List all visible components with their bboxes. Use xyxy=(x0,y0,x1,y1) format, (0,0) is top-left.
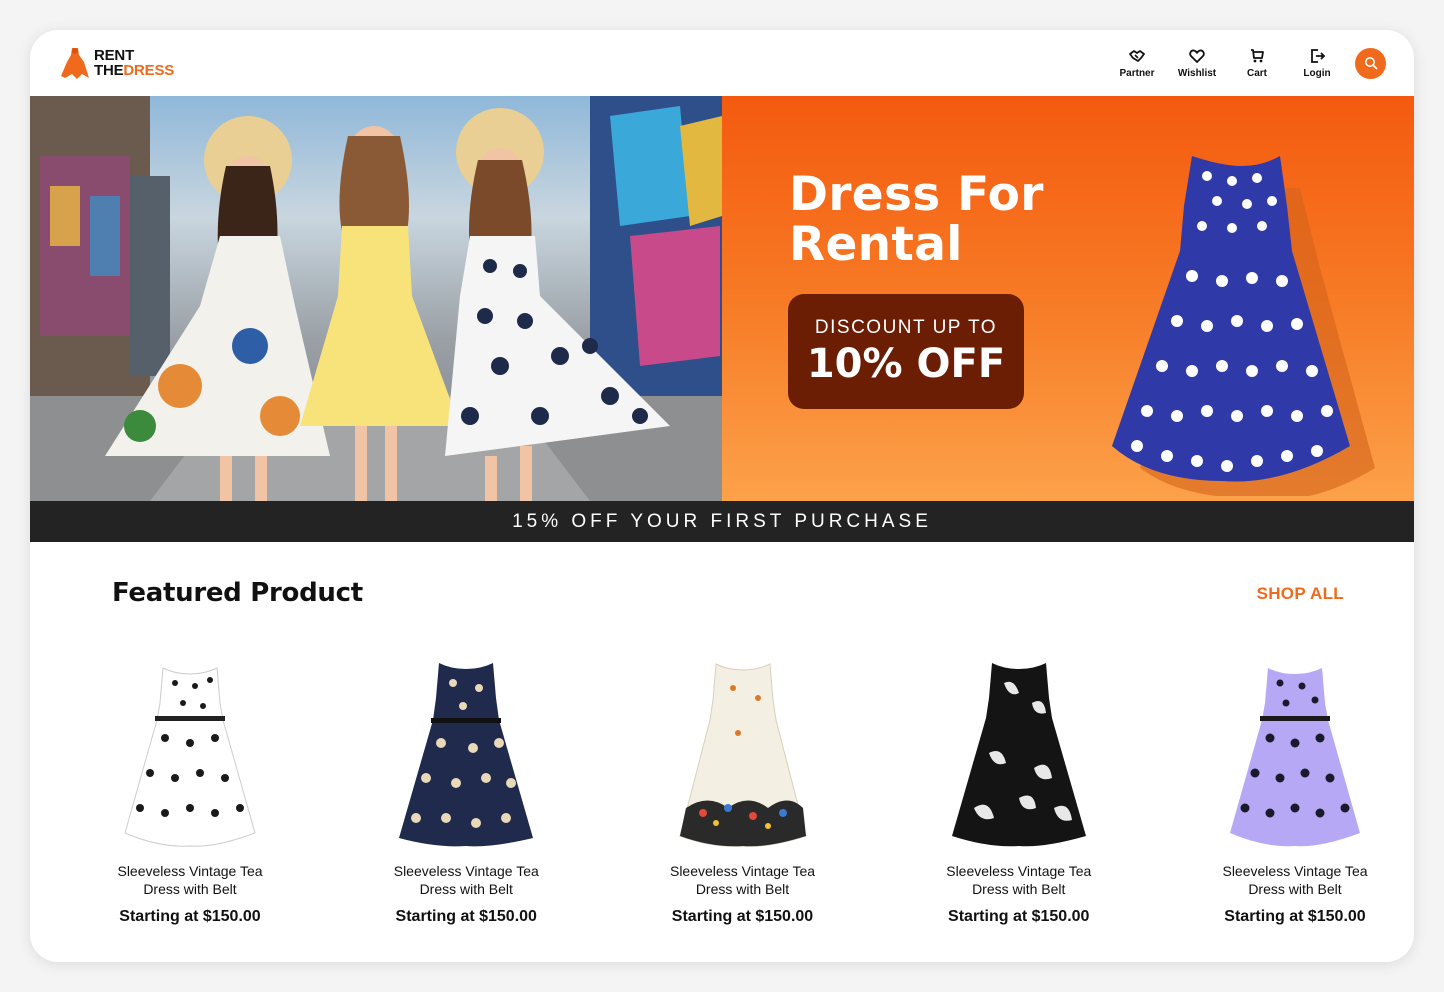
product-price: Starting at $150.00 xyxy=(395,908,537,925)
brand-the: THE xyxy=(94,62,124,79)
cart-icon xyxy=(1251,48,1264,62)
page-frame: RENT THEDRESS Partner Wishlist Cart Logi… xyxy=(30,30,1414,962)
product-image xyxy=(678,663,807,847)
brand-logo[interactable]: RENT THEDRESS xyxy=(60,46,174,80)
product-price: Starting at $150.00 xyxy=(1224,908,1366,925)
product-card[interactable]: Sleeveless Vintage Tea Dress with Belt S… xyxy=(623,658,863,928)
nav-wishlist-label: Wishlist xyxy=(1177,67,1217,79)
product-name: Sleeveless Vintage Tea Dress with Belt xyxy=(946,863,1092,897)
featured-title: Featured Product xyxy=(112,578,363,608)
hero-banner: Dress For Rental DISCOUNT UP TO 10% OFF xyxy=(30,96,1414,501)
shop-all-link[interactable]: SHOP ALL xyxy=(1257,584,1344,604)
product-name: Sleeveless Vintage Tea Dress with Belt xyxy=(669,863,816,897)
nav-wishlist[interactable]: Wishlist xyxy=(1167,43,1227,83)
product-image xyxy=(399,663,534,847)
search-button[interactable] xyxy=(1355,47,1386,79)
product-image xyxy=(951,663,1086,847)
product-card[interactable]: Sleeveless Vintage Tea Dress with Belt S… xyxy=(899,658,1139,928)
product-image xyxy=(1230,668,1360,847)
nav-partner-label: Partner xyxy=(1119,67,1155,79)
nav-login[interactable]: Login xyxy=(1287,43,1347,83)
announcement-bar: 15% OFF YOUR FIRST PURCHASE xyxy=(30,501,1414,542)
nav-login-label: Login xyxy=(1303,67,1331,79)
handshake-icon xyxy=(1129,49,1145,62)
nav-cart-label: Cart xyxy=(1246,67,1267,79)
brand-line1: RENT xyxy=(94,47,135,64)
product-price: Starting at $150.00 xyxy=(671,908,814,925)
product-price: Starting at $150.00 xyxy=(119,908,261,925)
nav-partner[interactable]: Partner xyxy=(1107,43,1167,83)
discount-label: DISCOUNT UP TO xyxy=(814,316,998,338)
product-name: Sleeveless Vintage Tea Dress with Belt xyxy=(117,863,263,897)
product-price: Starting at $150.00 xyxy=(948,908,1090,925)
search-icon xyxy=(1364,57,1377,70)
product-list: Sleeveless Vintage Tea Dress with Belt S… xyxy=(70,658,1414,928)
discount-badge[interactable]: DISCOUNT UP TO 10% OFF xyxy=(788,294,1024,409)
dress-logo-icon xyxy=(61,48,89,79)
product-name: Sleeveless Vintage Tea Dress with Belt xyxy=(393,863,539,897)
product-image xyxy=(124,667,256,847)
heart-icon xyxy=(1189,49,1205,63)
three-women-street-photo xyxy=(30,96,722,501)
product-card[interactable]: Sleeveless Vintage Tea Dress with Belt S… xyxy=(1175,658,1414,928)
site-header: RENT THEDRESS Partner Wishlist Cart Logi… xyxy=(30,30,1414,96)
hero-title: Dress For Rental xyxy=(789,167,1044,272)
hero-promo: Dress For Rental DISCOUNT UP TO 10% OFF xyxy=(722,96,1414,501)
hero-photo xyxy=(30,96,722,501)
polka-dress-image xyxy=(1112,156,1375,496)
product-name: Sleeveless Vintage Tea Dress with Belt xyxy=(1222,863,1368,897)
brand-dress: DRESS xyxy=(123,62,175,79)
nav-cart[interactable]: Cart xyxy=(1227,43,1287,83)
discount-value: 10% OFF xyxy=(806,340,1006,387)
product-card[interactable]: Sleeveless Vintage Tea Dress with Belt S… xyxy=(346,658,586,928)
header-nav: Partner Wishlist Cart Login xyxy=(1107,43,1386,83)
login-icon xyxy=(1311,48,1325,63)
product-card[interactable]: Sleeveless Vintage Tea Dress with Belt S… xyxy=(70,658,310,928)
